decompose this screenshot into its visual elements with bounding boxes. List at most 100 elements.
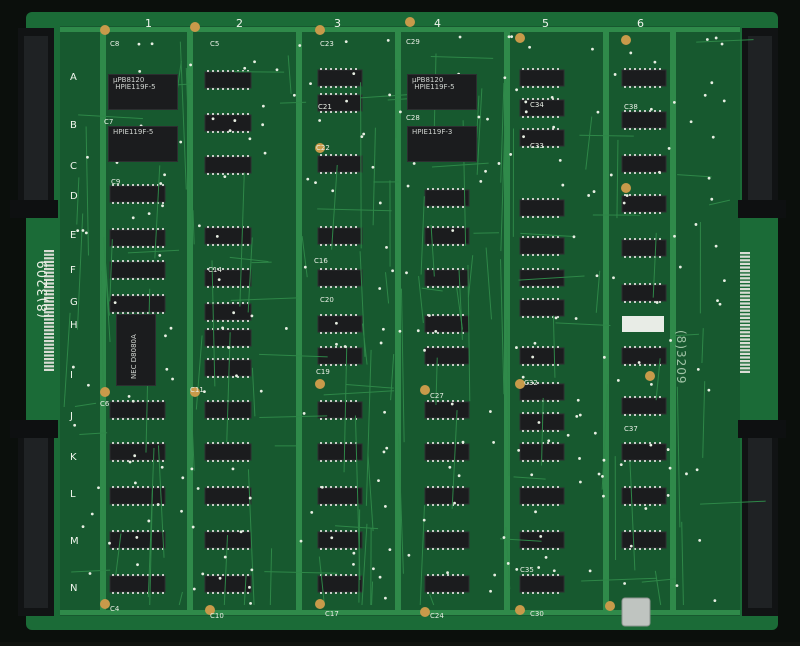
chip-5-14 (520, 576, 564, 592)
chip-2-7 (205, 330, 251, 346)
chip-1-3 (110, 262, 165, 278)
row-label-h: H (70, 320, 78, 331)
chip-3-7 (318, 348, 362, 364)
row-label-k: K (70, 452, 77, 463)
component-ref-label: C22 (316, 144, 330, 152)
chip-4-3 (425, 270, 469, 286)
row-label-e: E (70, 230, 76, 241)
row-label-l: L (70, 489, 76, 500)
component-ref-label: C14 (208, 266, 222, 274)
chip-3-6 (318, 316, 362, 332)
chip-2-6 (205, 304, 251, 320)
component-ref-label: C17 (325, 610, 339, 618)
chip-6-11 (622, 532, 666, 548)
chip-6-6 (622, 285, 666, 301)
row-label-d: D (70, 191, 78, 202)
chip-2-11 (205, 488, 251, 504)
component-ref-label: C35 (520, 566, 534, 574)
component-ref-label: C5 (210, 40, 219, 48)
component-ref-label: C19 (316, 368, 330, 376)
row-label-g: G (70, 297, 78, 308)
chip-2-2 (205, 115, 251, 131)
column-label-3: 3 (334, 17, 341, 30)
chip-6-9 (622, 444, 666, 460)
component-ref-label: C33 (530, 142, 544, 150)
row-label-f: F (70, 265, 76, 276)
chip-b1: HPIE119F-5 (108, 126, 178, 162)
chip-3-5 (318, 270, 362, 286)
component-ref-label: C9 (111, 178, 120, 186)
board-part-number: (8)3209 (36, 260, 51, 319)
row-label-a: A (70, 72, 77, 83)
chip-6-2 (622, 112, 666, 128)
component-ref-label: C27 (430, 392, 444, 400)
chip-3-1 (318, 70, 362, 86)
chip-1-4 (110, 296, 165, 312)
component-ref-label: C21 (318, 103, 332, 111)
row-label-c: C (70, 161, 77, 172)
chip-6-4 (622, 196, 666, 212)
component-ref-label: C30 (530, 610, 544, 618)
column-label-6: 6 (637, 17, 644, 30)
chip-2-10 (205, 444, 251, 460)
row-label-j: J (70, 411, 73, 422)
component-ref-label: C6 (100, 400, 109, 408)
chip-b4: HPIE119F-3 (407, 126, 477, 162)
component-ref-label: C4 (110, 605, 119, 613)
component-ref-label: C37 (624, 425, 638, 433)
row-label-m: M (70, 536, 79, 547)
chip-1-9 (110, 576, 165, 592)
chip-5-1 (520, 70, 564, 86)
component-ref-label: C8 (110, 40, 119, 48)
component-ref-label: C34 (530, 101, 544, 109)
chip-4-10 (425, 576, 469, 592)
column-label-2: 2 (236, 17, 243, 30)
column-label-5: 5 (542, 17, 549, 30)
chip-4-6 (425, 402, 469, 418)
chip-b1-label: HPIE119F-5 (113, 129, 153, 136)
chip-2-8 (205, 360, 251, 376)
chip-a1: μPB8120 HPIE119F-5 (108, 74, 178, 110)
component-ref-label: C38 (624, 103, 638, 111)
chip-4-4 (425, 316, 469, 332)
row-label-i: I (70, 370, 73, 381)
chip-6-10 (622, 488, 666, 504)
cpu-chip: NEC D8080A (116, 314, 156, 386)
chip-2-12 (205, 532, 251, 548)
chip-6-1 (622, 70, 666, 86)
chip-4-9 (425, 532, 469, 548)
chip-a4: μPB8120 HPIE119F-5 (407, 74, 477, 110)
chip-3-3 (318, 156, 362, 172)
component-ref-label: C20 (320, 296, 334, 304)
chip-2-3 (205, 157, 251, 173)
column-label-4: 4 (434, 17, 441, 30)
chip-4-7 (425, 444, 469, 460)
component-ref-label: C10 (210, 612, 224, 620)
chip-2-13 (205, 576, 251, 592)
chip-5-12 (520, 488, 564, 504)
chip-1-8 (110, 532, 165, 548)
chip-6-5 (622, 240, 666, 256)
component-ref-label: C16 (314, 257, 328, 265)
chip-1-6 (110, 444, 165, 460)
board-part-number-rotated: (8)3209 (674, 330, 688, 385)
component-ref-label: C32 (524, 379, 538, 387)
chip-3-10 (318, 488, 362, 504)
chip-1-5 (110, 402, 165, 418)
chip-5-4 (520, 200, 564, 216)
chip-5-7 (520, 300, 564, 316)
chip-4-8 (425, 488, 469, 504)
chip-3-4 (318, 228, 362, 244)
chip-4-5 (425, 348, 469, 364)
component-ref-label: C11 (190, 386, 204, 394)
component-ref-label: C24 (430, 612, 444, 620)
pcb-board: 1 2 3 4 5 6 A B C D E F G H I J K L M N … (0, 0, 800, 642)
chip-6-8 (622, 398, 666, 414)
row-label-n: N (70, 583, 77, 594)
dip-switch (622, 316, 664, 332)
chip-b4-label: HPIE119F-3 (412, 129, 452, 136)
component-ref-label: C29 (406, 38, 420, 46)
column-label-1: 1 (145, 17, 152, 30)
chip-a1-label: μPB8120 HPIE119F-5 (113, 77, 156, 91)
chip-3-11 (318, 532, 362, 548)
